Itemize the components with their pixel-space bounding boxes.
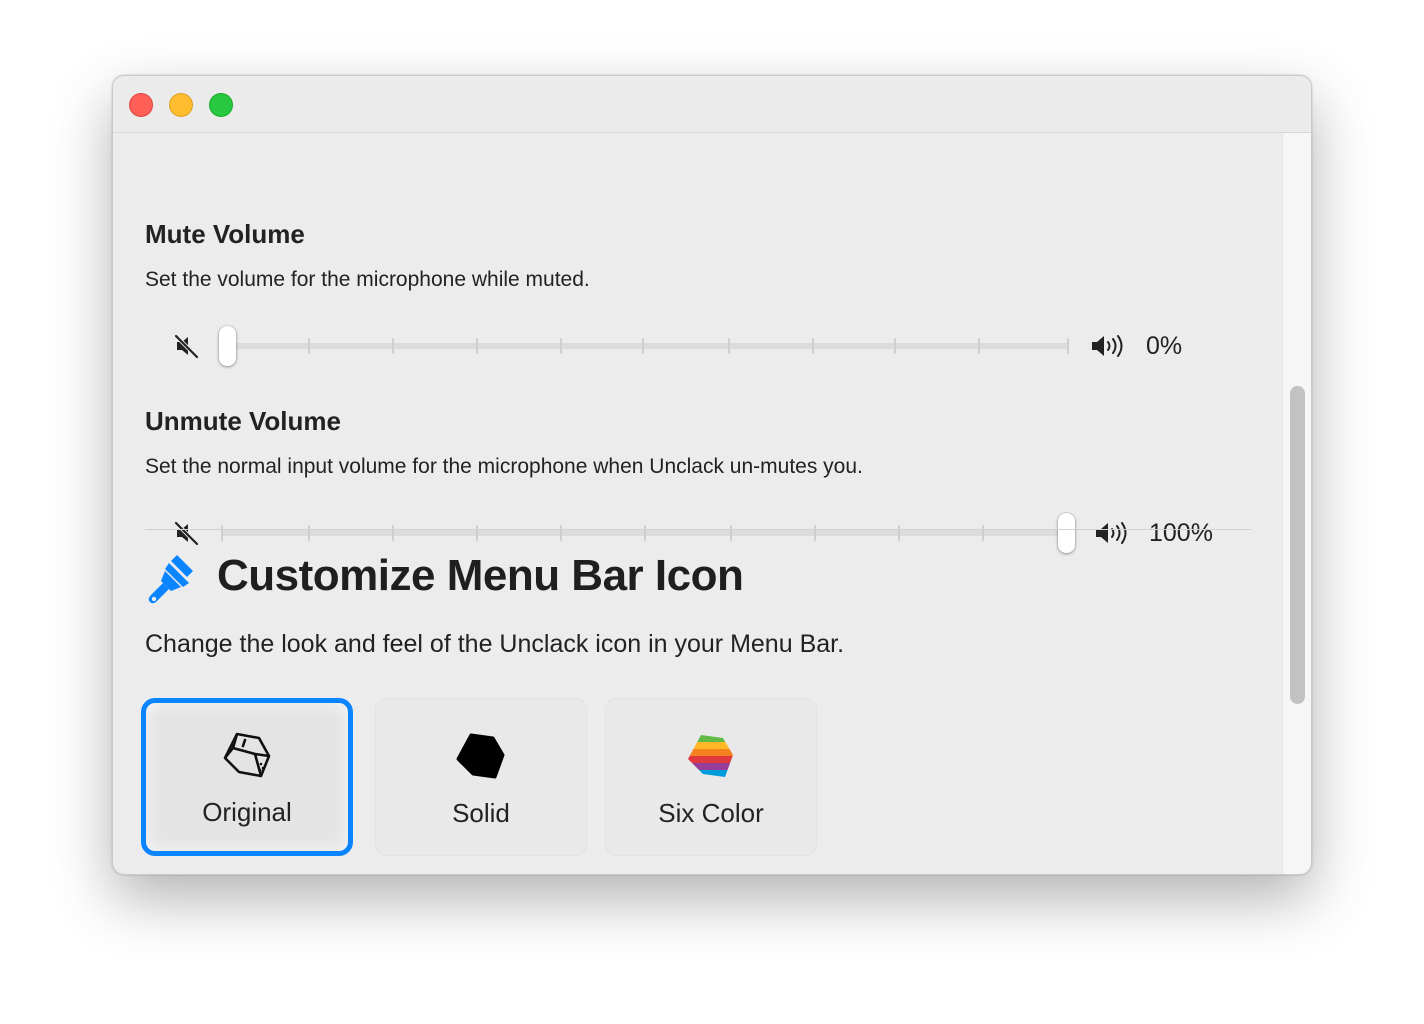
icon-option-six-color[interactable]: Six Color xyxy=(605,698,817,856)
speaker-muted-icon xyxy=(174,334,199,359)
customize-description: Change the look and feel of the Unclack … xyxy=(145,630,845,658)
unmute-volume-slider-row: 100% xyxy=(173,511,1233,555)
icon-option-label: Six Color xyxy=(658,798,764,828)
settings-content: Mute Volume Set the volume for the micro… xyxy=(113,133,1284,875)
speaker-muted-icon xyxy=(174,521,199,546)
keycap-solid-icon xyxy=(456,733,505,779)
mute-volume-title: Mute Volume xyxy=(145,219,305,249)
close-button[interactable] xyxy=(129,93,153,117)
mute-volume-slider-knob[interactable] xyxy=(219,326,236,366)
unmute-volume-description: Set the normal input volume for the micr… xyxy=(145,455,863,478)
mute-volume-value: 0% xyxy=(1146,332,1183,360)
section-divider xyxy=(145,874,1251,875)
vertical-scrollbar[interactable] xyxy=(1282,133,1311,874)
section-divider xyxy=(145,529,1251,530)
customize-title: Customize Menu Bar Icon xyxy=(217,551,744,600)
keycap-rainbow-icon xyxy=(688,735,733,777)
title-bar xyxy=(113,76,1311,133)
zoom-button[interactable] xyxy=(209,93,233,117)
keycap-outline-icon xyxy=(223,732,271,778)
icon-option-label: Solid xyxy=(452,798,510,828)
app-window: Mute Volume Set the volume for the micro… xyxy=(112,75,1312,875)
icon-option-original[interactable]: Original xyxy=(141,698,353,856)
minimize-button[interactable] xyxy=(169,93,193,117)
unmute-volume-slider-knob[interactable] xyxy=(1058,513,1075,553)
mute-volume-description: Set the volume for the microphone while … xyxy=(145,268,590,291)
icon-option-solid[interactable]: Solid xyxy=(375,698,587,856)
speaker-high-icon xyxy=(1092,335,1123,357)
icon-option-label: Original xyxy=(202,797,292,827)
unmute-volume-value: 100% xyxy=(1149,519,1213,547)
mute-volume-slider-row: 0% xyxy=(173,324,1233,368)
unmute-volume-title: Unmute Volume xyxy=(145,406,341,436)
speaker-high-icon xyxy=(1096,522,1127,544)
paintbrush-icon xyxy=(148,555,193,604)
scrollbar-thumb[interactable] xyxy=(1290,386,1305,704)
